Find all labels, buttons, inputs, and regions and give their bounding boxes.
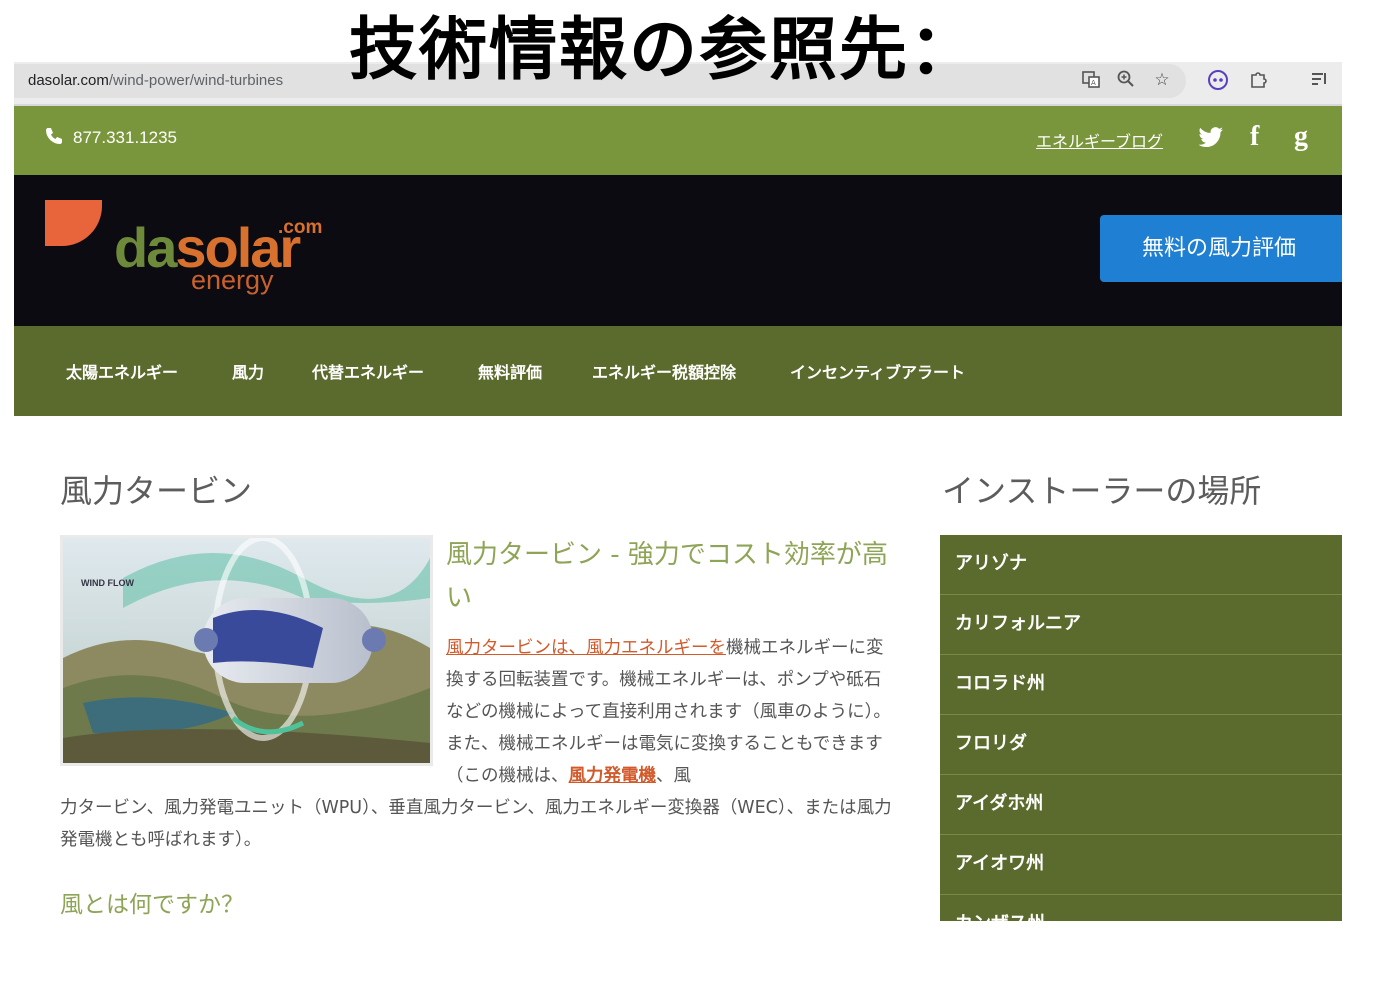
article-body: 風力タービンは、風力エネルギーを機械エネルギーに変換する回転装置です。機械エネル…: [446, 632, 898, 792]
main-nav: 太陽エネルギー 風力 代替エネルギー 無料評価 エネルギー税額控除 インセンティ…: [14, 326, 1342, 416]
energy-blog-link[interactable]: エネルギーブログ: [1036, 128, 1163, 152]
facebook-icon[interactable]: f: [1250, 120, 1259, 154]
logo-com: .com: [278, 217, 323, 238]
reading-list-icon[interactable]: [1308, 69, 1330, 91]
overlay-caption: 技術情報の参照先：: [349, 11, 980, 90]
twitter-icon[interactable]: [1198, 124, 1224, 158]
translate-icon[interactable]: A: [1080, 69, 1102, 91]
top-bar: 877.331.1235 エネルギーブログ f g: [14, 106, 1342, 175]
site-header: dasolar .com energy 無料の風力評価: [14, 175, 1342, 326]
url-host: dasolar.com: [28, 72, 109, 89]
zoom-icon[interactable]: [1115, 69, 1137, 91]
nav-item-free-assessment[interactable]: 無料評価: [478, 359, 542, 383]
sidebar-title: インストーラーの場所: [942, 472, 1262, 510]
section-heading: 風とは何ですか？: [60, 892, 244, 918]
location-item-colorado[interactable]: コロラド州: [940, 655, 1342, 715]
location-item-kansas[interactable]: カンザス州: [940, 895, 1342, 921]
location-item-florida[interactable]: フロリダ: [940, 715, 1342, 775]
nav-item-wind[interactable]: 風力: [232, 359, 264, 383]
location-item-idaho[interactable]: アイダホ州: [940, 775, 1342, 835]
body-text-1: 機械エネルギーに変換する回転装置です。機械エネルギーは、ポンプや砥石などの機械に…: [446, 638, 891, 786]
svg-text:A: A: [1091, 79, 1096, 87]
free-wind-assessment-button[interactable]: 無料の風力評価: [1100, 215, 1342, 282]
browser-frame: dasolar.com/wind-power/wind-turbines A ☆…: [14, 62, 1342, 921]
body-text-2a: 、風: [656, 766, 691, 786]
puzzle-icon[interactable]: [1248, 69, 1270, 91]
location-item-arizona[interactable]: アリゾナ: [940, 535, 1342, 595]
nav-item-tax-credit[interactable]: エネルギー税額控除: [592, 359, 736, 383]
location-item-iowa[interactable]: アイオワ州: [940, 835, 1342, 895]
logo-energy: energy: [191, 265, 274, 295]
phone-icon: [44, 126, 64, 151]
article-title: 風力タービン - 強力でコスト効率が高い: [446, 540, 888, 613]
wind-generator-link[interactable]: 風力発電機: [569, 766, 657, 786]
nav-item-alternative[interactable]: 代替エネルギー: [312, 359, 424, 383]
page-title: 風力タービン: [60, 472, 253, 510]
logo-mark-icon[interactable]: [45, 200, 102, 246]
article-body-continued: 力タービン、風力発電ユニット（WPU）、垂直風力タービン、風力エネルギー変換器（…: [60, 798, 892, 850]
extension-face-icon[interactable]: [1207, 69, 1229, 91]
wind-flow-label: WIND FLOW: [81, 578, 134, 588]
wind-energy-link[interactable]: 風力タービンは、風力エネルギーを: [446, 638, 726, 658]
location-item-california[interactable]: カリフォルニア: [940, 595, 1342, 655]
installer-location-list: アリゾナ カリフォルニア コロラド州 フロリダ アイダホ州 アイオワ州 カンザス…: [940, 535, 1342, 921]
google-plus-icon[interactable]: g: [1294, 120, 1308, 154]
star-icon[interactable]: ☆: [1151, 69, 1173, 91]
url-text: dasolar.com/wind-power/wind-turbines: [28, 72, 283, 89]
logo-da: da: [114, 216, 177, 279]
nav-item-solar[interactable]: 太陽エネルギー: [66, 359, 178, 383]
url-path: /wind-power/wind-turbines: [108, 72, 284, 89]
wind-turbine-image: WIND FLOW: [60, 535, 433, 766]
nav-item-incentive-alerts[interactable]: インセンティブアラート: [790, 359, 965, 383]
phone-number[interactable]: 877.331.1235: [73, 128, 177, 148]
